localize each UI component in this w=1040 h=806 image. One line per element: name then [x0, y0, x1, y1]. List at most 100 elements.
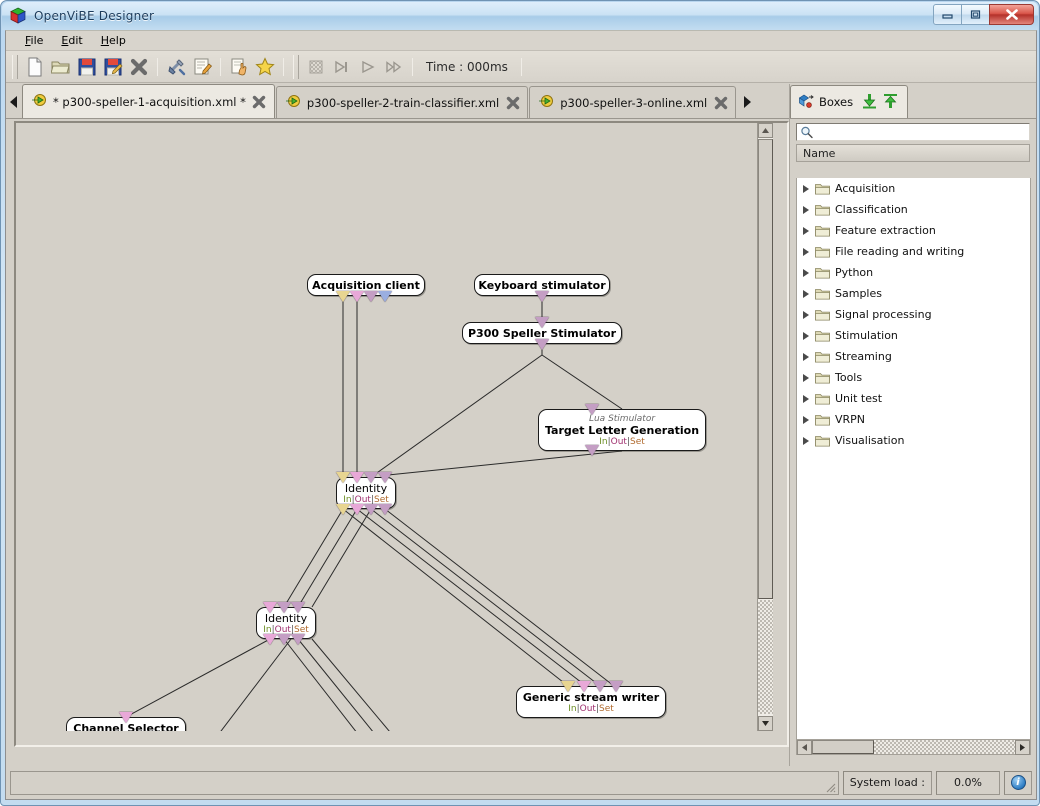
chevron-right-icon[interactable] [803, 289, 809, 298]
port-input[interactable] [350, 472, 364, 483]
connection-link[interactable] [541, 354, 623, 410]
port-input[interactable] [263, 602, 277, 613]
tree-item-vrpn[interactable]: VRPN [797, 409, 1030, 430]
tree-item-file-reading-and-writing[interactable]: File reading and writing [797, 241, 1030, 262]
chevron-right-icon[interactable] [803, 184, 809, 193]
arrow-up-bar-icon[interactable] [882, 93, 899, 112]
boxes-horizontal-scrollbar[interactable] [796, 739, 1031, 755]
chevron-right-icon[interactable] [803, 436, 809, 445]
scenario-tab-2-close[interactable] [505, 95, 520, 110]
menu-edit[interactable]: Edit [52, 32, 91, 49]
scroll-up-button[interactable] [758, 123, 773, 138]
scroll-left-arrow[interactable] [6, 86, 22, 118]
connection-link[interactable] [356, 508, 587, 687]
port-output[interactable] [535, 291, 549, 302]
scenario-canvas[interactable]: Acquisition client Keyboard stimulator P… [16, 123, 773, 731]
tools-icon[interactable] [163, 54, 189, 80]
minimize-button[interactable] [933, 4, 962, 25]
step-icon[interactable] [329, 54, 355, 80]
tree-item-tools[interactable]: Tools [797, 367, 1030, 388]
scenario-tab-1[interactable]: * p300-speller-1-acquisition.xml * [22, 84, 275, 118]
chevron-right-icon[interactable] [803, 247, 809, 256]
port-input[interactable] [593, 681, 607, 692]
port-output[interactable] [263, 634, 277, 645]
close-button[interactable] [989, 4, 1034, 25]
connection-link[interactable] [384, 508, 615, 687]
tree-item-visualisation[interactable]: Visualisation [797, 430, 1030, 451]
play-icon[interactable] [355, 54, 381, 80]
chevron-right-icon[interactable] [803, 331, 809, 340]
port-output[interactable] [350, 291, 364, 302]
port-output[interactable] [378, 504, 392, 515]
close-x-icon[interactable] [126, 54, 152, 80]
resize-grip[interactable] [824, 781, 836, 793]
canvas-vscroll-track[interactable] [758, 600, 773, 714]
search-input[interactable] [815, 124, 1029, 140]
connection-link[interactable] [125, 638, 271, 718]
boxes-tree[interactable]: Acquisition Classification Feature extract… [796, 178, 1031, 743]
port-input[interactable] [277, 602, 291, 613]
menu-help[interactable]: Help [92, 32, 135, 49]
save-as-icon[interactable] [100, 54, 126, 80]
connection-link[interactable] [342, 508, 569, 687]
port-output[interactable] [364, 291, 378, 302]
port-output[interactable] [364, 504, 378, 515]
chevron-right-icon[interactable] [803, 373, 809, 382]
scenario-tab-1-close[interactable] [252, 94, 267, 109]
chevron-right-icon[interactable] [803, 310, 809, 319]
canvas-vertical-scrollbar[interactable] [757, 123, 773, 731]
tree-item-streaming[interactable]: Streaming [797, 346, 1030, 367]
hand-page-icon[interactable] [226, 54, 252, 80]
tree-item-stimulation[interactable]: Stimulation [797, 325, 1030, 346]
connection-link[interactable] [373, 354, 543, 476]
scroll-down-button[interactable] [758, 716, 773, 731]
scenario-tab-3[interactable]: p300-speller-3-online.xml [529, 86, 737, 118]
scroll-left-button[interactable] [797, 739, 812, 755]
scenario-tab-2[interactable]: p300-speller-2-train-classifier.xml [275, 86, 529, 118]
boxes-column-header-name[interactable]: Name [796, 144, 1030, 162]
tree-item-feature-extraction[interactable]: Feature extraction [797, 220, 1030, 241]
box-search-field[interactable] [796, 123, 1030, 141]
tree-item-acquisition[interactable]: Acquisition [797, 178, 1030, 199]
tree-item-signal-processing[interactable]: Signal processing [797, 304, 1030, 325]
scenario-tab-3-close[interactable] [713, 95, 728, 110]
port-output[interactable] [336, 504, 350, 515]
chevron-right-icon[interactable] [803, 352, 809, 361]
star-icon[interactable] [252, 54, 278, 80]
tree-item-classification[interactable]: Classification [797, 199, 1030, 220]
port-input[interactable] [561, 681, 575, 692]
connection-link[interactable] [297, 638, 378, 731]
scroll-right-button[interactable] [1015, 739, 1030, 755]
maximize-button[interactable] [961, 4, 990, 25]
chevron-right-icon[interactable] [803, 415, 809, 424]
port-input[interactable] [119, 712, 133, 723]
port-output[interactable] [378, 291, 392, 302]
save-icon[interactable] [74, 54, 100, 80]
new-file-icon[interactable] [22, 54, 48, 80]
chevron-right-icon[interactable] [803, 226, 809, 235]
canvas-vscroll-thumb[interactable] [758, 139, 773, 599]
fast-forward-icon[interactable] [381, 54, 407, 80]
port-output[interactable] [291, 634, 305, 645]
port-input[interactable] [336, 472, 350, 483]
edit-note-icon[interactable] [189, 54, 215, 80]
port-input[interactable] [535, 317, 549, 328]
status-info-slot[interactable]: i [1004, 770, 1032, 795]
boxes-hscroll-thumb[interactable] [812, 740, 874, 754]
chevron-right-icon[interactable] [803, 205, 809, 214]
connection-link[interactable] [283, 638, 361, 731]
chevron-right-icon[interactable] [803, 268, 809, 277]
chevron-right-icon[interactable] [803, 394, 809, 403]
open-folder-icon[interactable] [48, 54, 74, 80]
connection-link[interactable] [283, 508, 344, 608]
tree-item-unit-test[interactable]: Unit test [797, 388, 1030, 409]
arrow-down-bar-icon[interactable] [861, 93, 878, 112]
port-input[interactable] [585, 404, 599, 415]
port-input[interactable] [609, 681, 623, 692]
port-input[interactable] [291, 602, 305, 613]
scroll-right-arrow[interactable] [739, 86, 755, 118]
box-target-letter-generation[interactable]: Lua Stimulator Target Letter Generation … [538, 409, 706, 451]
port-input[interactable] [364, 472, 378, 483]
tab-boxes[interactable]: Boxes [790, 85, 909, 118]
port-output[interactable] [350, 504, 364, 515]
